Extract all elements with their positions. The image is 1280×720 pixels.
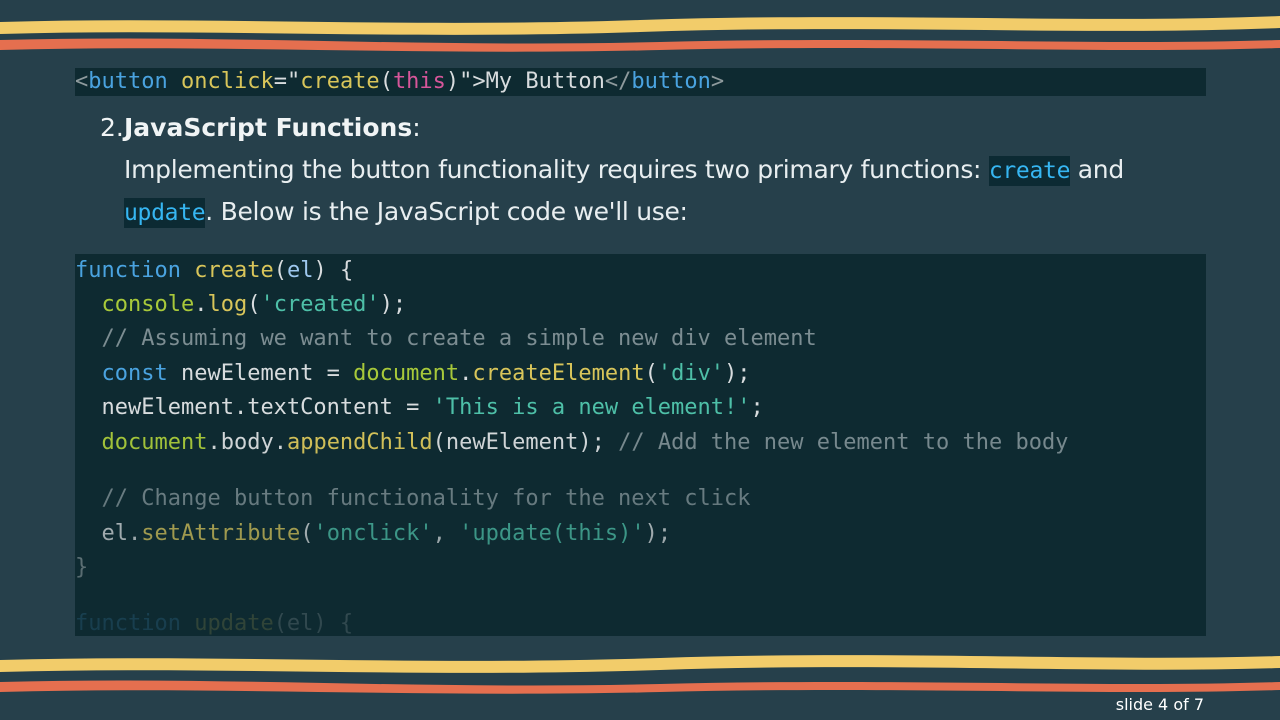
code-token: console <box>101 292 195 317</box>
bottom-wave-decoration <box>0 655 1280 694</box>
code-token: } <box>75 555 89 580</box>
code-token: My Button <box>485 69 605 94</box>
code-line-7: // Change button functionality for the n… <box>75 482 751 516</box>
section-title-text: JavaScript Functions <box>124 113 413 142</box>
code-token: 'div' <box>657 361 725 386</box>
code-line-3: // Assuming we want to create a simple n… <box>75 322 817 356</box>
code-token: const <box>101 361 168 386</box>
inline-code-create: create <box>988 156 1071 186</box>
code-token: newElement.textContent = <box>101 395 433 420</box>
code-comment: // Add the new element to the body <box>618 430 1069 455</box>
code-token: 'update(this)' <box>459 521 645 546</box>
top-wave-decoration <box>0 16 1280 52</box>
code-line-9: } <box>75 551 88 585</box>
code-token: ; <box>750 395 764 420</box>
code-token: ( <box>273 258 287 283</box>
code-token: update <box>180 611 274 636</box>
inline-code-update: update <box>124 198 206 228</box>
code-token: el <box>286 258 314 283</box>
code-token: =" <box>273 69 301 94</box>
code-comment: // Assuming we want to create a simple n… <box>101 326 817 351</box>
code-token: (newElement); <box>432 430 619 455</box>
code-token: this <box>392 69 446 94</box>
code-line-10: function update(el) { <box>75 607 353 636</box>
code-token: ); <box>379 292 407 317</box>
code-token: function <box>75 611 181 636</box>
code-token: 'This is a new element!' <box>432 395 751 420</box>
paragraph-line-1: Implementing the button functionality re… <box>124 155 1124 186</box>
code-token: </ <box>604 69 632 94</box>
code-token: ( <box>247 292 261 317</box>
code-comment: // Change button functionality for the n… <box>101 486 751 511</box>
code-token: ( <box>300 521 314 546</box>
section-number: 2. <box>100 113 124 142</box>
code-token: function <box>75 258 181 283</box>
paragraph-text: and <box>1070 155 1124 184</box>
javascript-code-block: function create(el) { console.log('creat… <box>75 254 1206 636</box>
code-token: (el) { <box>273 611 354 636</box>
code-token: ( <box>379 69 393 94</box>
code-token: onclick <box>180 69 274 94</box>
code-line-1: function create(el) { <box>75 254 353 288</box>
code-token: , <box>432 521 460 546</box>
paragraph-text: . Below is the JavaScript code we'll use… <box>205 197 688 226</box>
code-token: ) <box>445 69 460 94</box>
code-line-5: newElement.textContent = 'This is a new … <box>75 391 764 425</box>
code-token: ); <box>724 361 751 386</box>
code-token: setAttribute <box>141 521 301 546</box>
code-line-8: el.setAttribute('onclick', 'update(this)… <box>75 517 672 551</box>
code-token: 'created' <box>260 292 380 317</box>
section-title-colon: : <box>412 113 421 142</box>
paragraph-text: Implementing the button functionality re… <box>124 155 989 184</box>
code-token: ) { <box>313 258 354 283</box>
code-token: . <box>194 292 208 317</box>
html-snippet-bar: <button onclick="create(this)">My Button… <box>75 68 1206 96</box>
code-line-2: console.log('created'); <box>75 288 407 322</box>
code-token: document <box>353 361 460 386</box>
code-line-4: const newElement = document.createElemen… <box>75 357 751 391</box>
code-token: appendChild <box>286 430 433 455</box>
paragraph-line-2: update. Below is the JavaScript code we'… <box>124 197 688 228</box>
slide-number: slide 4 of 7 <box>1115 695 1204 714</box>
code-token: newElement = <box>167 361 354 386</box>
code-token: .body. <box>207 430 287 455</box>
code-token: createElement <box>472 361 645 386</box>
code-token: ); <box>644 521 672 546</box>
code-token: create <box>300 69 380 94</box>
code-token: document <box>101 430 208 455</box>
code-token: button <box>88 69 168 94</box>
code-token: > <box>710 69 725 94</box>
code-token: log <box>207 292 248 317</box>
code-token: . <box>459 361 473 386</box>
code-token: "> <box>459 69 486 94</box>
code-token: < <box>75 69 89 94</box>
code-token: create <box>194 258 274 283</box>
code-token: el. <box>101 521 142 546</box>
code-token: ( <box>644 361 658 386</box>
section-title: JavaScript Functions: <box>124 113 421 142</box>
code-line-6: document.body.appendChild(newElement); /… <box>75 426 1069 460</box>
code-token: 'onclick' <box>313 521 433 546</box>
code-token: button <box>631 69 711 94</box>
